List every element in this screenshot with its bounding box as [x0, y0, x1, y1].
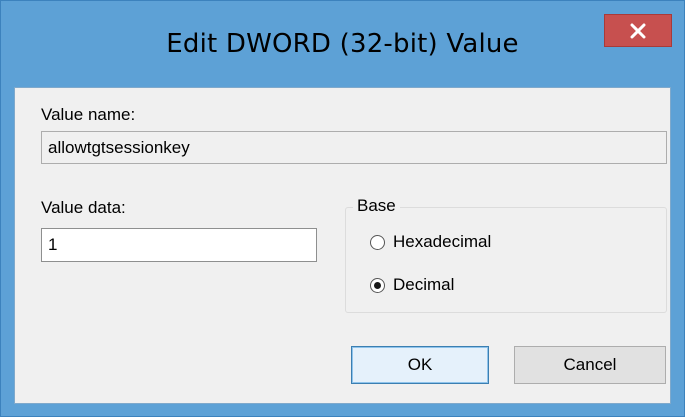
value-name-text: allowtgtsessionkey: [48, 137, 190, 157]
radio-hexadecimal-label: Hexadecimal: [393, 232, 492, 251]
close-button[interactable]: [604, 14, 672, 47]
close-icon: [630, 23, 646, 38]
window-title: Edit DWORD (32-bit) Value: [166, 29, 519, 59]
dialog-body: Value name: allowtgtsessionkey Value dat…: [14, 87, 671, 404]
value-data-text: 1: [48, 235, 58, 254]
base-groupbox: [345, 207, 667, 313]
dialog-window: Edit DWORD (32-bit) Value Value name: al…: [0, 0, 685, 417]
radio-decimal-label: Decimal: [393, 275, 455, 294]
ok-button[interactable]: OK: [351, 346, 489, 384]
value-data-input[interactable]: 1: [41, 228, 317, 262]
radio-decimal-circle[interactable]: [370, 277, 385, 293]
value-name-label: Value name:: [41, 105, 136, 124]
value-data-label: Value data:: [41, 198, 126, 217]
cancel-button[interactable]: Cancel: [514, 346, 666, 384]
title-bar[interactable]: Edit DWORD (32-bit) Value: [1, 1, 684, 87]
base-group-title: Base: [353, 196, 400, 216]
radio-hexadecimal[interactable]: Hexadecimal: [370, 232, 491, 252]
radio-decimal[interactable]: Decimal: [370, 275, 454, 295]
value-name-field[interactable]: allowtgtsessionkey: [41, 131, 667, 164]
radio-hexadecimal-circle[interactable]: [370, 234, 385, 250]
